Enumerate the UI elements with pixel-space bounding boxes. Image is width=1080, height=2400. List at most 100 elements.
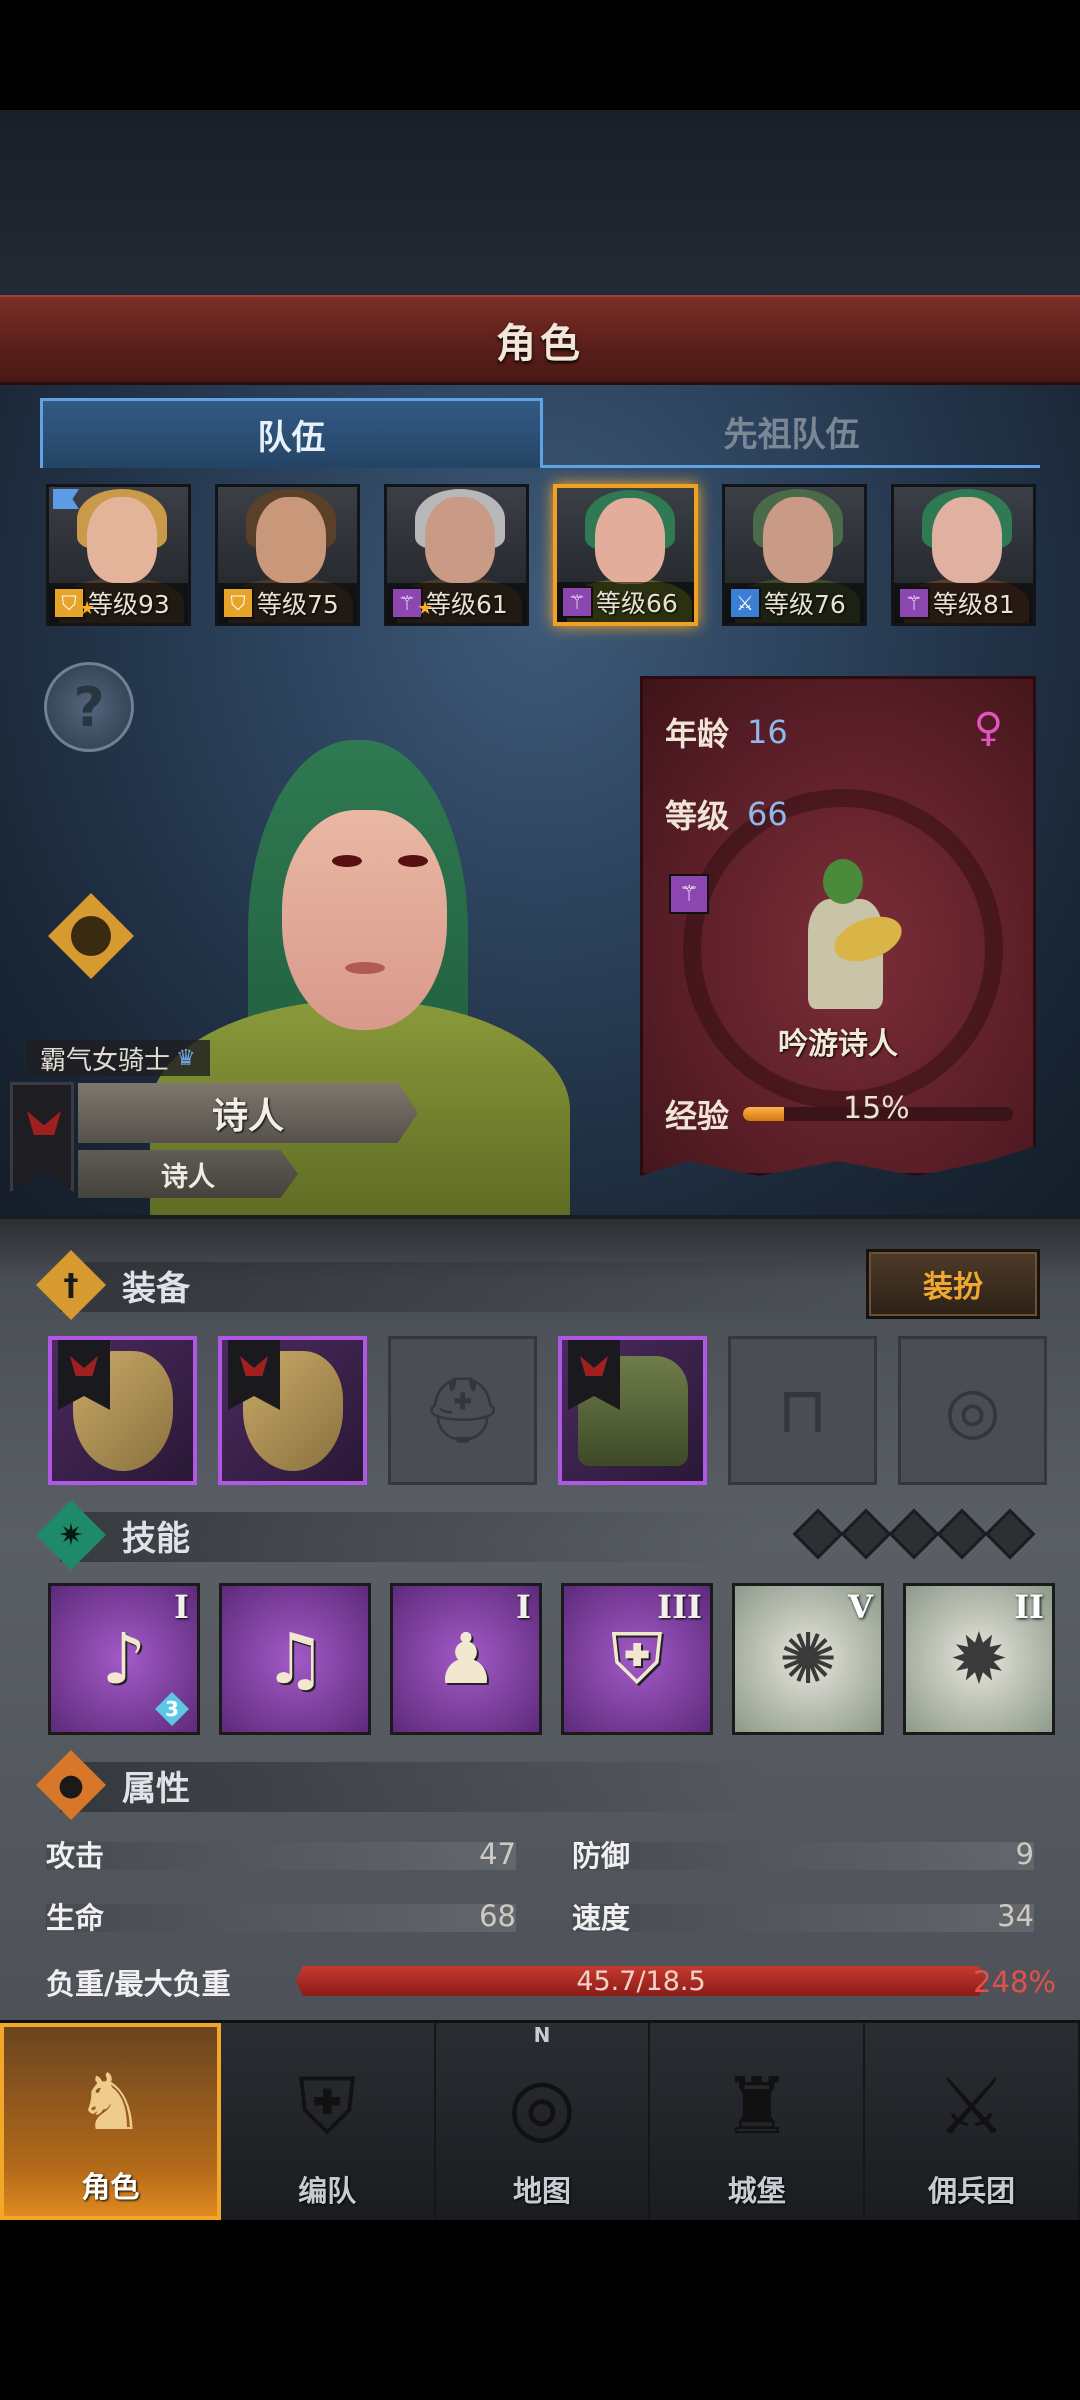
person-icon: ● — [36, 1750, 106, 1820]
equipment-title: 装备 — [122, 1268, 190, 1309]
class-name-plate[interactable]: 诗人 — [78, 1083, 418, 1143]
help-icon[interactable]: ? — [44, 662, 134, 752]
skill-rank: I — [174, 1588, 189, 1626]
skill-rank: II — [1014, 1588, 1044, 1626]
skill-slot[interactable]: ♪ I 3 — [48, 1583, 200, 1735]
skill-star-icon: ✷ — [36, 1500, 106, 1570]
equipment-slot-ring[interactable]: ◎ — [898, 1336, 1047, 1485]
exp-percent: 15% — [843, 1091, 910, 1126]
skill-slot[interactable]: ✺ V — [732, 1583, 884, 1735]
star-icon: ★ — [417, 598, 434, 619]
weight-percent: 248% — [973, 1965, 1056, 1999]
shield-icon: ⛨ — [610, 1617, 664, 1700]
helmet-icon: ⛑ — [421, 1374, 504, 1448]
stat-value: 9 — [1015, 1837, 1034, 1871]
equipment-slots: ⛑ ⊓ ◎ — [48, 1336, 1047, 1485]
nav-label: 地图 — [512, 2174, 571, 2208]
tab-team[interactable]: 队伍 — [40, 398, 543, 468]
bottom-nav: ♞ 角色 ⛨ 编队 N ◎ 地图 ♜ 城堡 ⚔ 佣兵团 — [0, 2020, 1080, 2220]
level-label: 等级 — [665, 797, 730, 835]
title-tag[interactable]: 霸气女骑士 ♛ — [26, 1040, 210, 1076]
burst-icon: ✺ — [778, 1618, 838, 1700]
skill-list: ♪ I 3 ♫ ♟ I ⛨ III ✺ V ✹ II — [48, 1583, 1055, 1735]
skill-rank: V — [848, 1588, 873, 1626]
nav-label: 角色 — [81, 2170, 140, 2204]
header-band — [0, 110, 1080, 295]
mercenary-icon: ⚔ — [936, 2062, 1007, 2152]
skill-point-icon — [792, 1508, 844, 1560]
skill-slot[interactable]: ♟ I — [390, 1583, 542, 1735]
tab-ancestor-team[interactable]: 先祖队伍 — [543, 398, 1040, 468]
equipment-slot-shield[interactable] — [48, 1336, 197, 1485]
skill-slot[interactable]: ⛨ III — [561, 1583, 713, 1735]
hero-face — [425, 497, 495, 583]
hero-card[interactable]: ⚚ 等级81 — [891, 484, 1036, 626]
level-text: 等级81 — [933, 590, 1015, 619]
equipment-slot-armor[interactable] — [558, 1336, 707, 1485]
equipment-header: † 装备 — [36, 1250, 190, 1320]
level-text: 等级93 — [88, 590, 170, 619]
dress-up-button[interactable]: 装扮 — [866, 1249, 1040, 1319]
nav-label: 佣兵团 — [928, 2174, 1016, 2208]
level-badge: ⚔ 等级76 — [725, 583, 864, 623]
hero-card-selected[interactable]: ⚚ 等级66 — [553, 484, 698, 626]
ring-icon: ◎ — [944, 1373, 1001, 1448]
stat-defense: 防御 9 — [572, 1834, 1034, 1874]
system-nav-area — [0, 2220, 1080, 2400]
staff-icon: ⚚ — [669, 874, 709, 914]
level-badge: ⛉ 等级93 — [49, 583, 188, 623]
nav-formation[interactable]: ⛨ 编队 — [221, 2023, 436, 2220]
attributes-title: 属性 — [122, 1768, 190, 1809]
music-note-icon: ♪ — [101, 1618, 147, 1700]
potion-inner — [71, 916, 111, 956]
portrait-eye — [398, 855, 428, 867]
equipment-slot-helmet[interactable]: ⛑ — [388, 1336, 537, 1485]
knight-icon: ♞ — [75, 2058, 146, 2148]
skill-slot[interactable]: ♫ — [219, 1583, 371, 1735]
age-value: 16 — [747, 713, 788, 751]
skill-point-icon — [984, 1508, 1036, 1560]
skills-title: 技能 — [122, 1518, 190, 1559]
gem-badge: 3 — [155, 1692, 189, 1726]
hero-face — [87, 497, 157, 583]
equipment-slot-shield[interactable] — [218, 1336, 367, 1485]
explosion-icon: ✹ — [949, 1618, 1009, 1700]
flag-icon — [53, 489, 79, 509]
level-badge: ⚚ 等级81 — [894, 583, 1033, 623]
shield-icon: ⛉ — [222, 587, 254, 619]
hero-card[interactable]: ⛉ 等级93 ★ — [46, 484, 191, 626]
level-badge: ⚚ 等级61 — [387, 583, 526, 623]
sub-name-plate: 诗人 — [78, 1150, 298, 1198]
nav-map[interactable]: N ◎ 地图 — [436, 2023, 651, 2220]
bard-figure — [793, 859, 908, 1009]
age-row: 年龄 16 — [665, 709, 788, 755]
skill-slot[interactable]: ✹ II — [903, 1583, 1055, 1735]
nav-character[interactable]: ♞ 角色 — [0, 2023, 221, 2220]
compass-north-label: N — [533, 2023, 551, 2047]
title-bar: 角色 — [0, 295, 1080, 385]
equipment-slot-boots[interactable]: ⊓ — [728, 1336, 877, 1485]
hero-card[interactable]: ⚚ 等级61 ★ — [384, 484, 529, 626]
profession-name: 吟游诗人 — [778, 1027, 898, 1062]
skill-points — [792, 1508, 1036, 1560]
compass-icon: ◎ — [507, 2062, 577, 2152]
skill-point-icon — [840, 1508, 892, 1560]
dagger-icon: † — [36, 1250, 106, 1320]
hero-roster: ⛉ 等级93 ★ ⛉ 等级75 ⚚ 等级61 ★ ⚚ 等级66 ⚔ 等级76 ⚚… — [46, 484, 1036, 626]
nav-castle[interactable]: ♜ 城堡 — [650, 2023, 866, 2220]
portrait-face — [282, 810, 447, 1030]
hero-face — [256, 497, 326, 583]
nav-mercenary[interactable]: ⚔ 佣兵团 — [865, 2023, 1080, 2220]
weight-row: 负重/最大负重 45.7/18.5 248% — [46, 1960, 1056, 2004]
exp-label: 经验 — [665, 1097, 730, 1135]
level-text: 等级75 — [257, 590, 339, 619]
level-badge: ⛉ 等级75 — [218, 583, 357, 623]
level-text: 等级66 — [596, 589, 678, 618]
skill-point-icon — [936, 1508, 988, 1560]
exp-row: 经验 — [665, 1091, 1014, 1137]
hero-card[interactable]: ⛉ 等级75 — [215, 484, 360, 626]
figures-icon: ♟ — [434, 1618, 498, 1700]
hero-card[interactable]: ⚔ 等级76 — [722, 484, 867, 626]
nav-label: 城堡 — [727, 2174, 786, 2208]
weight-label: 负重/最大负重 — [46, 1967, 231, 2001]
